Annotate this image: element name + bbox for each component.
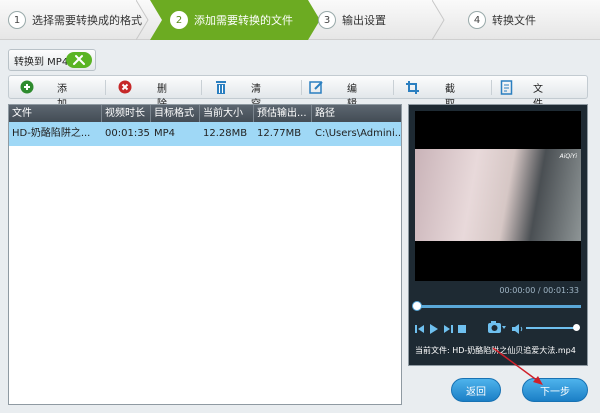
- cell-estimated-output: 12.77MB: [257, 128, 302, 139]
- current-file-label: 当前文件: HD-奶酪陷阱之仙贝追爱大法.mp4: [415, 346, 576, 355]
- step-separator: [432, 0, 445, 40]
- preview-panel: AiQiYi 00:00:00 / 00:01:33 当前文件: HD-奶酪陷阱…: [408, 104, 588, 366]
- column-header-file[interactable]: 文件: [9, 105, 102, 122]
- step-1-label: 选择需要转换成的格式: [32, 14, 142, 27]
- step-3[interactable]: 3 输出设置: [318, 0, 386, 40]
- column-header-estimated-output[interactable]: 预估输出...: [254, 105, 312, 122]
- toolbar-divider: [301, 80, 302, 95]
- stop-icon[interactable]: [458, 323, 467, 335]
- edit-icon: [309, 80, 324, 95]
- back-button[interactable]: 返回: [451, 378, 501, 402]
- toolbar-divider: [201, 80, 202, 95]
- file-toolbar: 添加 删除 清空 编辑 截取 文件信息: [8, 75, 588, 140]
- play-icon[interactable]: [429, 323, 439, 335]
- step-4-number: 4: [468, 11, 486, 29]
- cell-duration: 00:01:35: [105, 128, 150, 139]
- clear-button[interactable]: 清空: [213, 76, 261, 110]
- trash-icon: [213, 80, 228, 95]
- x-circle-icon: [117, 80, 132, 95]
- file-list-header: 文件 视频时长 目标格式 当前大小 预估输出... 路径: [9, 105, 401, 122]
- step-1[interactable]: 1 选择需要转换成的格式: [8, 0, 142, 40]
- step-2[interactable]: 2 添加需要转换的文件: [170, 0, 293, 40]
- column-header-target-format[interactable]: 目标格式: [151, 105, 200, 122]
- convert-format-label: 转换到 MP4: [14, 56, 69, 68]
- video-frame: AiQiYi: [415, 149, 581, 241]
- volume-slider[interactable]: [526, 327, 576, 329]
- cell-current-size: 12.28MB: [203, 128, 248, 139]
- tools-icon: [66, 52, 92, 68]
- next-icon[interactable]: [443, 323, 453, 335]
- column-header-duration[interactable]: 视频时长: [102, 105, 151, 122]
- cell-path: C:\Users\Admini...: [315, 128, 401, 139]
- column-header-path[interactable]: 路径: [312, 105, 401, 122]
- edit-button[interactable]: 编辑: [309, 76, 357, 110]
- step-3-number: 3: [318, 11, 336, 29]
- plus-circle-icon: [19, 80, 34, 95]
- camera-icon[interactable]: [487, 321, 507, 333]
- toolbar-divider: [105, 80, 106, 95]
- toolbar-divider: [491, 80, 492, 95]
- crop-button[interactable]: 截取: [405, 76, 455, 110]
- delete-button[interactable]: 删除: [117, 76, 167, 110]
- seek-bar[interactable]: [415, 305, 581, 308]
- file-info-button[interactable]: 文件信息: [499, 76, 543, 140]
- add-button[interactable]: 添加: [19, 76, 67, 110]
- video-screen[interactable]: AiQiYi: [415, 111, 581, 281]
- seek-handle[interactable]: [412, 301, 422, 311]
- playback-time: 00:00:00 / 00:01:33: [499, 286, 579, 295]
- info-doc-icon: [499, 79, 514, 95]
- volume-icon[interactable]: [512, 323, 523, 335]
- toolbar-divider: [393, 80, 394, 95]
- step-bar: 1 选择需要转换成的格式 2 添加需要转换的文件 3 输出设置 4 转换文件: [0, 0, 600, 40]
- column-header-current-size[interactable]: 当前大小: [200, 105, 254, 122]
- step-2-label: 添加需要转换的文件: [194, 14, 293, 27]
- cell-file: HD-奶酪陷阱之...: [12, 128, 91, 139]
- step-2-number: 2: [170, 11, 188, 29]
- file-list: 文件 视频时长 目标格式 当前大小 预估输出... 路径: [8, 104, 402, 405]
- step-4[interactable]: 4 转换文件: [468, 0, 536, 40]
- next-step-button[interactable]: 下一步: [522, 378, 588, 402]
- convert-format-button[interactable]: 转换到 MP4: [8, 49, 96, 71]
- step-4-label: 转换文件: [492, 14, 536, 27]
- crop-icon: [405, 80, 420, 95]
- previous-icon[interactable]: [415, 323, 425, 335]
- video-watermark: AiQiYi: [559, 153, 577, 160]
- cell-target-format: MP4: [154, 128, 176, 139]
- volume-handle[interactable]: [573, 324, 580, 331]
- step-3-label: 输出设置: [342, 14, 386, 27]
- table-row[interactable]: HD-奶酪陷阱之... 00:01:35 MP4 12.28MB 12.77MB…: [9, 122, 401, 146]
- step-1-number: 1: [8, 11, 26, 29]
